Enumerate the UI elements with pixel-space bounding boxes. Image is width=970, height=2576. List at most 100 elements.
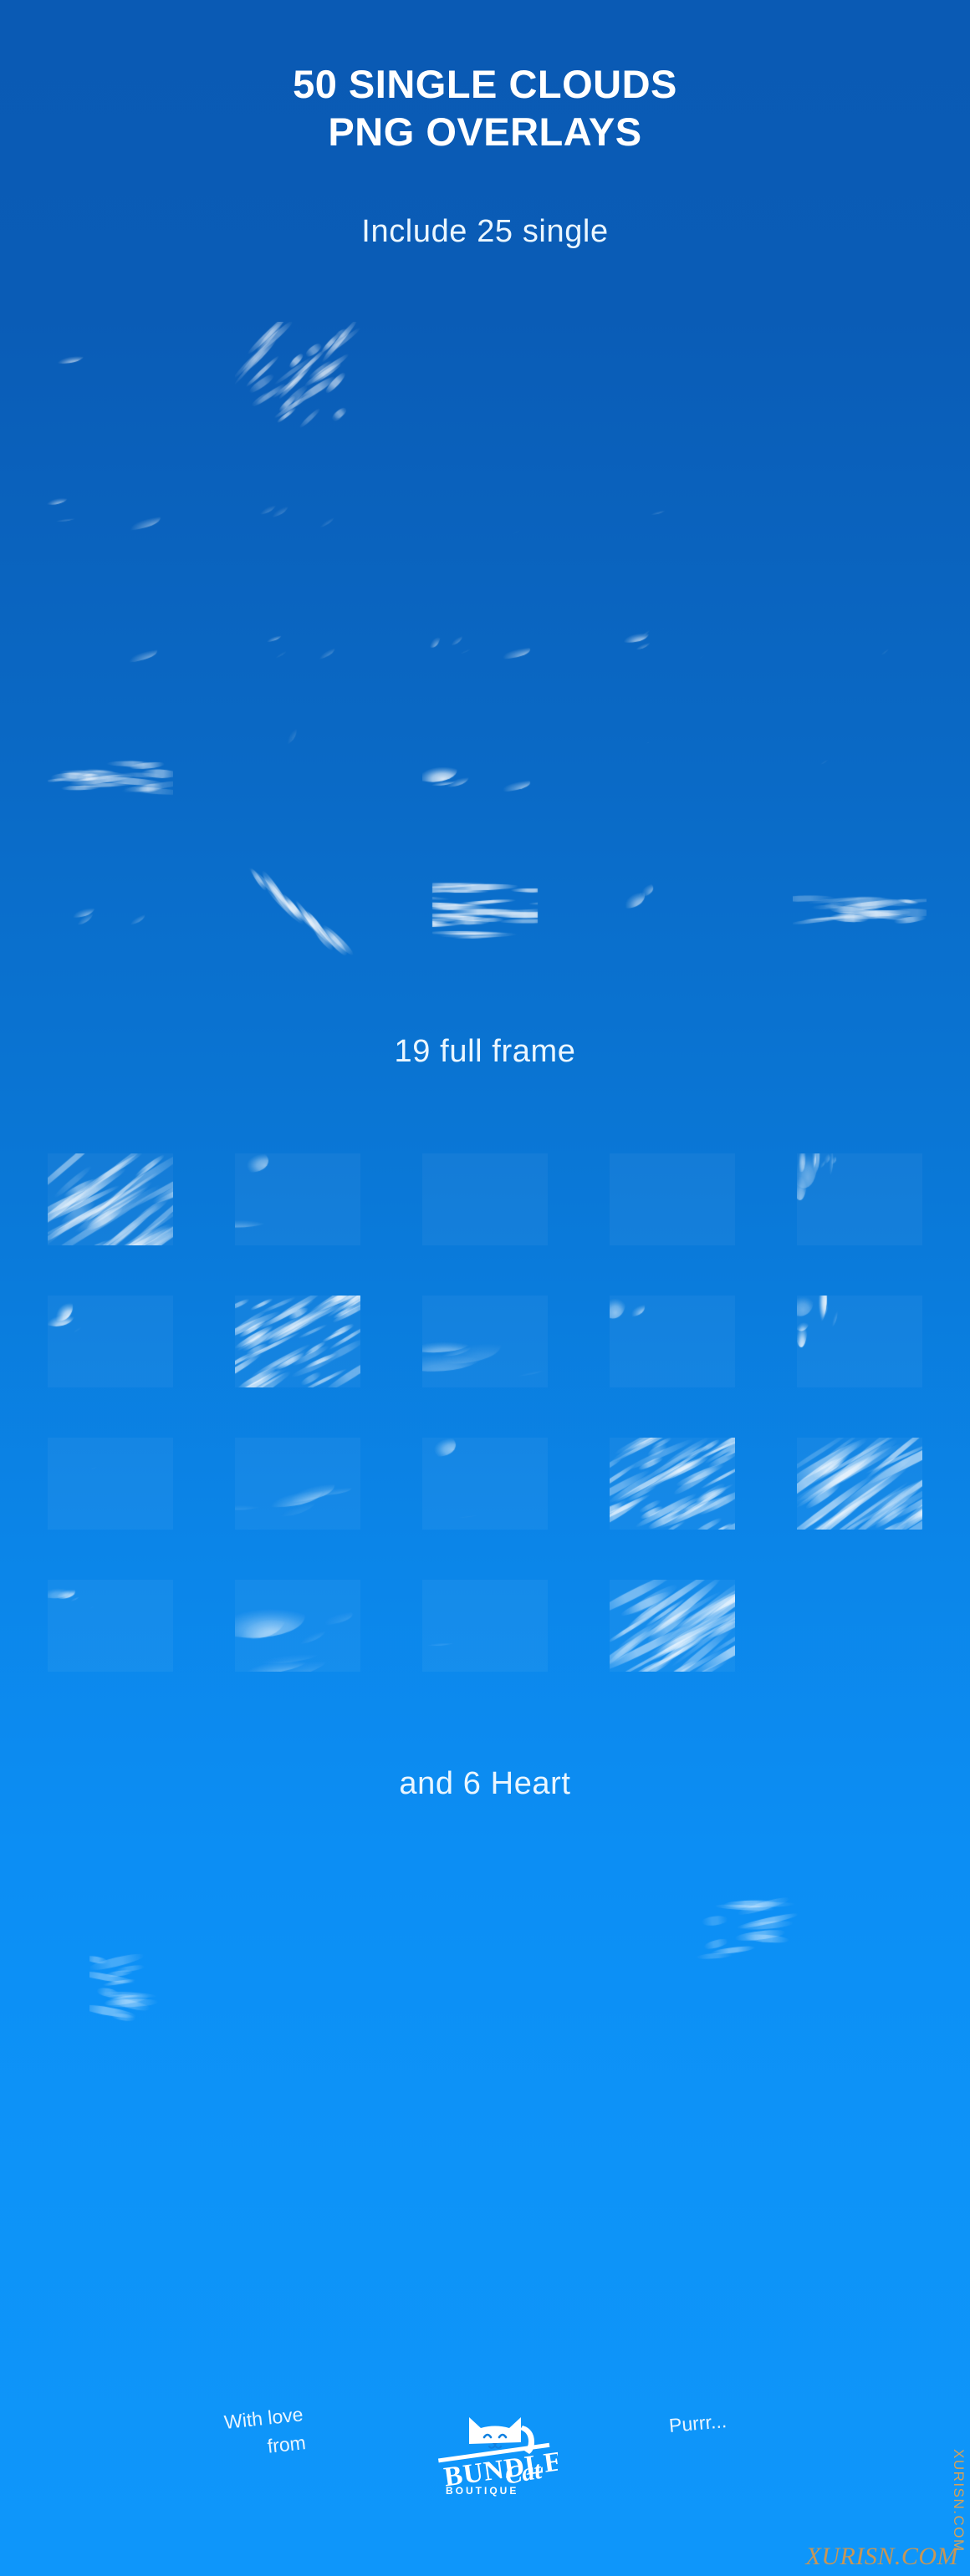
cloud-thumbnail-6 [690, 2091, 904, 2297]
single-cloud-item[interactable] [579, 577, 766, 710]
page-title: 50 SINGLE CLOUDS PNG OVERLAYS [0, 60, 970, 155]
title-line-2: PNG OVERLAYS [328, 109, 642, 154]
cloud-thumbnail-14 [610, 1438, 735, 1530]
cloud-thumbnail-3 [422, 1153, 548, 1245]
title-line-1: 50 SINGLE CLOUDS [293, 62, 677, 106]
single-cloud-item[interactable] [204, 577, 391, 710]
single-cloud-item[interactable] [766, 309, 953, 443]
cloud-thumbnail-1 [89, 1874, 257, 2029]
cloud-thumbnail-16 [48, 1580, 173, 1672]
cloud-thumbnail-9 [626, 481, 718, 539]
cloud-thumbnail-5 [797, 1153, 922, 1245]
heart-cloud-item[interactable] [17, 1830, 329, 2073]
heart-cloud-item[interactable] [329, 1830, 641, 2073]
fullframe-cloud-item[interactable] [17, 1555, 204, 1697]
single-cloud-item[interactable] [579, 844, 766, 978]
cloud-thumbnail-1 [48, 1153, 173, 1245]
logo-sub-text: BOUTIQUE [446, 2485, 518, 2497]
fullframe-cloud-item[interactable] [579, 1128, 766, 1270]
single-cloud-item[interactable] [391, 309, 579, 443]
fullframe-clouds-grid [17, 1128, 953, 1697]
cloud-thumbnail-10 [797, 1296, 922, 1387]
fullframe-cloud-item[interactable] [17, 1413, 204, 1555]
heart-cloud-item[interactable] [641, 1830, 953, 2073]
cloud-thumbnail-18 [422, 1580, 548, 1672]
cloud-thumbnail-4 [607, 319, 738, 433]
single-cloud-item[interactable] [579, 710, 766, 844]
watermark-vertical: XURISN.COM [951, 2449, 967, 2553]
fullframe-cloud-item[interactable] [391, 1128, 579, 1270]
bundle-cat-logo[interactable]: BUNDLE Cat BOUTIQUE [432, 2389, 565, 2497]
cloud-thumbnail-5 [793, 326, 927, 426]
single-cloud-item[interactable] [204, 443, 391, 577]
single-cloud-item[interactable] [17, 309, 204, 443]
single-cloud-item[interactable] [579, 443, 766, 577]
purrr-text: Purrr... [667, 2410, 728, 2436]
cloud-thumbnail-3 [435, 339, 535, 414]
single-cloud-item[interactable] [391, 443, 579, 577]
heart-cloud-item[interactable] [17, 2073, 329, 2315]
single-cloud-item[interactable] [17, 577, 204, 710]
cloud-thumbnail-6 [48, 1296, 173, 1387]
cloud-thumbnail-23 [422, 878, 548, 944]
heart-cloud-item[interactable] [329, 2073, 641, 2315]
cloud-thumbnail-22 [235, 865, 360, 957]
cloud-thumbnail-20 [793, 729, 927, 826]
cloud-thumbnail-2 [235, 322, 360, 430]
fullframe-cloud-item[interactable] [204, 1413, 391, 1555]
single-cloud-item[interactable] [766, 710, 953, 844]
cloud-thumbnail-16 [48, 752, 173, 802]
cloud-thumbnail-4 [64, 2091, 282, 2297]
cloud-thumbnail-1 [48, 329, 173, 423]
cloud-thumbnail-14 [614, 612, 731, 675]
cloud-thumbnail-7 [239, 476, 356, 543]
single-cloud-item[interactable] [204, 309, 391, 443]
heart-cloud-item[interactable] [641, 2073, 953, 2315]
fullframe-cloud-item[interactable] [766, 1413, 953, 1555]
fullframe-cloud-item[interactable] [204, 1555, 391, 1697]
fullframe-cloud-item[interactable] [766, 1128, 953, 1270]
single-cloud-item[interactable] [204, 844, 391, 978]
cloud-thumbnail-10 [797, 468, 922, 552]
single-cloud-item[interactable] [391, 844, 579, 978]
single-cloud-item[interactable] [766, 577, 953, 710]
fullframe-cloud-item[interactable] [391, 1413, 579, 1555]
with-love-line-2: from [266, 2431, 307, 2457]
cloud-thumbnail-19 [607, 731, 738, 823]
fullframe-cloud-item[interactable] [579, 1555, 766, 1697]
fullframe-cloud-item[interactable] [579, 1413, 766, 1555]
poster-canvas: 50 SINGLE CLOUDS PNG OVERLAYS Include 25… [0, 0, 970, 2576]
single-cloud-item[interactable] [391, 577, 579, 710]
fullframe-cloud-item[interactable] [579, 1270, 766, 1413]
single-clouds-grid [17, 309, 953, 978]
cloud-thumbnail-15 [809, 618, 910, 669]
fullframe-cloud-item[interactable] [204, 1270, 391, 1413]
single-cloud-item[interactable] [17, 710, 204, 844]
cloud-thumbnail-19 [610, 1580, 735, 1672]
fullframe-cloud-item[interactable] [17, 1128, 204, 1270]
single-cloud-item[interactable] [579, 309, 766, 443]
fullframe-cloud-item[interactable] [204, 1128, 391, 1270]
single-cloud-item[interactable] [766, 443, 953, 577]
single-cloud-item[interactable] [766, 844, 953, 978]
fullframe-cloud-item[interactable] [766, 1270, 953, 1413]
fullframe-cloud-item[interactable] [17, 1270, 204, 1413]
single-cloud-item[interactable] [17, 844, 204, 978]
cloud-thumbnail-8 [422, 464, 548, 556]
fullframe-cloud-item[interactable] [391, 1270, 579, 1413]
section-heading-heart: and 6 Heart [399, 1766, 571, 1801]
cloud-thumbnail-4 [610, 1153, 735, 1245]
cloud-thumbnail-18 [422, 751, 548, 803]
single-cloud-item[interactable] [204, 710, 391, 844]
cloud-thumbnail-2 [388, 1861, 581, 2042]
cloud-thumbnail-11 [48, 1438, 173, 1530]
single-cloud-item[interactable] [391, 710, 579, 844]
cloud-thumbnail-2 [235, 1153, 360, 1245]
with-love-text: With love from [183, 2395, 347, 2468]
single-cloud-item[interactable] [17, 443, 204, 577]
watermark-bottom: XURISN.COM [805, 2543, 958, 2570]
fullframe-cloud-item[interactable] [391, 1555, 579, 1697]
cloud-thumbnail-13 [422, 616, 548, 671]
cloud-thumbnail-5 [395, 2095, 575, 2293]
cloud-thumbnail-15 [797, 1438, 922, 1530]
